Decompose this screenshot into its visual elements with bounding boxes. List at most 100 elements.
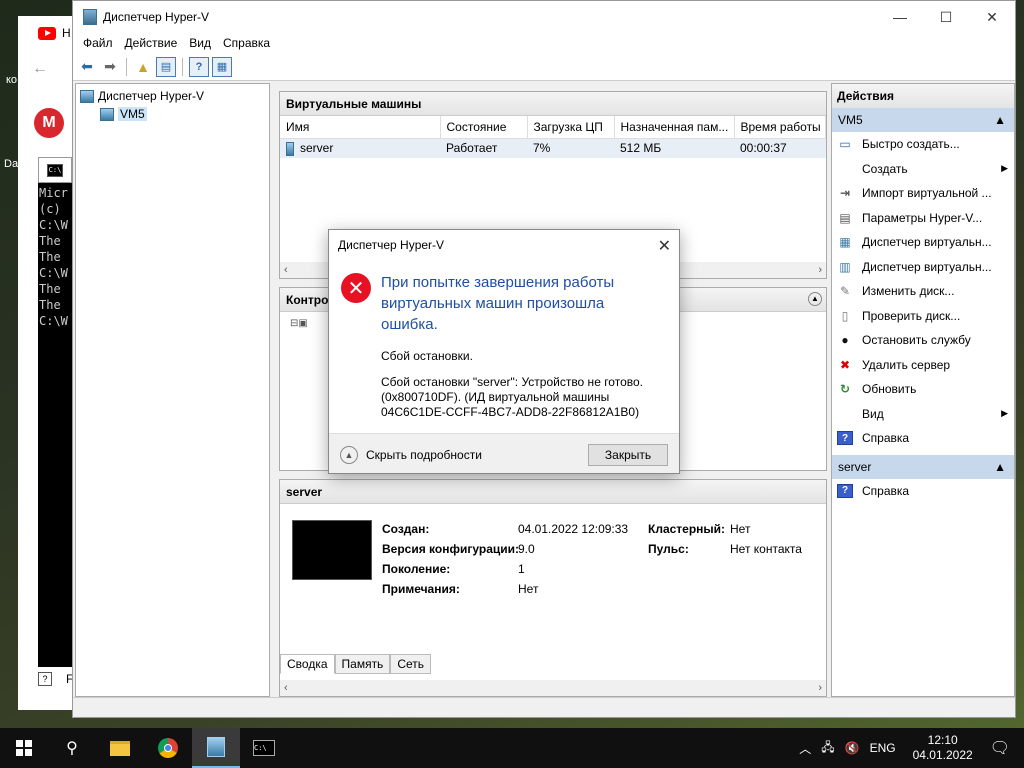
checkpoint-tree-icon: ⊟▣	[290, 318, 308, 329]
collapse-arrow-icon[interactable]: ▲	[994, 113, 1006, 127]
col-state[interactable]: Состояние	[440, 116, 528, 139]
vm-name: server	[300, 140, 334, 155]
forward-arrow-icon[interactable]: ➡	[100, 57, 120, 77]
back-arrow-icon[interactable]: ←	[32, 60, 48, 78]
vm-memory: 512 МБ	[614, 138, 734, 158]
menu-action[interactable]: Действие	[119, 36, 184, 50]
action-label: Диспетчер виртуальн...	[862, 259, 992, 274]
notes-value: Нет	[518, 582, 539, 596]
file-explorer-icon[interactable]	[96, 728, 144, 768]
show-hide-actions-icon[interactable]: ▦	[212, 56, 232, 77]
back-arrow-icon[interactable]: ⬅	[77, 57, 97, 77]
up-folder-icon[interactable]: ▲	[133, 57, 153, 77]
vm-actions-list: ? Справка	[832, 479, 1014, 504]
mega-icon[interactable]: M	[34, 108, 64, 138]
language-indicator[interactable]: ENG	[870, 741, 896, 755]
edit-disk-icon: ✎	[839, 284, 851, 299]
close-window-button[interactable]: ✕	[969, 1, 1015, 33]
bottom-label: ? F	[38, 672, 73, 686]
action-item[interactable]: ? Справка	[832, 426, 1014, 451]
tab-summary[interactable]: Сводка	[280, 654, 335, 674]
action-item[interactable]: Вид ▶	[832, 402, 1014, 427]
notification-icon[interactable]: 🗨	[990, 738, 1010, 758]
start-button[interactable]	[0, 728, 48, 768]
hyperv-taskbar-icon[interactable]	[192, 728, 240, 768]
action-item[interactable]: ▦ Диспетчер виртуальн...	[832, 230, 1014, 255]
cluster-label: Кластерный:	[648, 522, 726, 536]
tree-root[interactable]: Диспетчер Hyper-V	[76, 87, 269, 105]
cmd-taskbar-icon[interactable]: C:\	[240, 728, 288, 768]
action-item[interactable]: ▯ Проверить диск...	[832, 304, 1014, 329]
show-hide-tree-icon[interactable]: ▤	[156, 56, 176, 77]
chevron-up-icon[interactable]: ︿	[799, 740, 811, 757]
error-dialog[interactable]: Диспетчер Hyper-V ✕ ✕ При попытке заверш…	[328, 229, 680, 474]
youtube-icon	[38, 26, 56, 40]
error-icon: ✕	[341, 273, 371, 303]
dialog-details: Сбой остановки "server": Устройство не г…	[381, 375, 644, 419]
menu-file[interactable]: Файл	[77, 36, 119, 50]
action-item[interactable]: ▭ Быстро создать...	[832, 132, 1014, 157]
menu-help[interactable]: Справка	[217, 36, 276, 50]
clock[interactable]: 12:10 04.01.2022	[913, 733, 973, 763]
actions-section-host[interactable]: VM5 ▲	[832, 108, 1014, 132]
dialog-titlebar[interactable]: Диспетчер Hyper-V ✕	[329, 230, 679, 260]
volume-muted-icon[interactable]: 🔇	[845, 741, 860, 755]
cmd-line: The	[39, 250, 61, 264]
col-cpu[interactable]: Загрузка ЦП	[527, 116, 615, 139]
chrome-icon[interactable]	[144, 728, 192, 768]
help-icon[interactable]: ?	[189, 56, 209, 77]
actions-section-vm[interactable]: server ▲	[832, 454, 1014, 479]
action-item[interactable]: ✖ Удалить сервер	[832, 353, 1014, 378]
help-icon: ?	[837, 483, 853, 498]
search-icon[interactable]: ⚲	[48, 728, 96, 768]
hide-details-toggle[interactable]: ▲ Скрыть подробности	[340, 446, 482, 464]
scroll-right-icon[interactable]: ›	[818, 264, 822, 276]
action-label: Создать	[862, 161, 908, 176]
cmd-line: C:\W	[39, 266, 68, 280]
refresh-icon: ↻	[839, 382, 851, 397]
collapse-icon[interactable]: ▲	[808, 292, 822, 306]
cmd-output: Micr (c) C:\W The The C:\W The The C:\W	[38, 185, 72, 329]
generation-value: 1	[518, 562, 525, 576]
actions-section-vm-label: server	[838, 459, 872, 474]
action-item[interactable]: ⇥ Импорт виртуальной ...	[832, 181, 1014, 206]
scroll-left-icon[interactable]: ‹	[284, 264, 288, 276]
action-item[interactable]: ? Справка	[832, 479, 1014, 504]
dialog-close-button[interactable]: Закрыть	[588, 444, 668, 466]
tab-network[interactable]: Сеть	[390, 654, 432, 674]
inspect-disk-icon: ▯	[841, 308, 849, 323]
action-label: Справка	[862, 483, 910, 498]
browser-tab[interactable]: Н	[38, 26, 71, 40]
scroll-left-icon-2[interactable]: ‹	[284, 682, 288, 694]
col-memory[interactable]: Назначенная пам...	[614, 116, 735, 139]
col-name[interactable]: Имя	[280, 116, 441, 139]
dialog-close-icon[interactable]: ✕	[658, 236, 671, 256]
minimize-button[interactable]: —	[877, 1, 923, 33]
clock-date: 04.01.2022	[912, 748, 973, 762]
vm-thumbnail[interactable]	[292, 520, 372, 580]
action-item[interactable]: ▥ Диспетчер виртуальн...	[832, 255, 1014, 280]
action-item[interactable]: Создать ▶	[832, 157, 1014, 182]
col-uptime[interactable]: Время работы	[734, 116, 826, 139]
menubar: Файл Действие Вид Справка	[73, 33, 1015, 53]
maximize-button[interactable]: ☐	[923, 1, 969, 33]
titlebar[interactable]: Диспетчер Hyper-V — ☐ ✕	[73, 1, 1015, 33]
dialog-title: Диспетчер Hyper-V	[338, 238, 445, 252]
action-item[interactable]: ✎ Изменить диск...	[832, 279, 1014, 304]
action-item[interactable]: ▤ Параметры Hyper-V...	[832, 206, 1014, 231]
background-cmd-window[interactable]: C:\ Micr (c) C:\W The The C:\W The The C:\W	[38, 157, 72, 667]
generation-label: Поколение:	[382, 562, 451, 576]
tree-host-vm5[interactable]: VM5	[96, 105, 269, 123]
details-scrollbar[interactable]: ‹ ›	[280, 680, 826, 696]
collapse-arrow-icon-2[interactable]: ▲	[994, 460, 1006, 474]
tab-memory[interactable]: Память	[334, 654, 391, 674]
scroll-right-icon-2[interactable]: ›	[818, 682, 822, 694]
clock-time: 12:10	[927, 733, 958, 747]
dialog-sub-message: Сбой остановки.	[381, 349, 473, 363]
cmd-titlebar[interactable]: C:\	[38, 157, 72, 183]
action-item[interactable]: ↻ Обновить	[832, 377, 1014, 402]
menu-view[interactable]: Вид	[183, 36, 217, 50]
action-item[interactable]: ● Остановить службу	[832, 328, 1014, 353]
table-row[interactable]: server Работает 7% 512 МБ 00:00:37	[280, 138, 826, 158]
network-icon[interactable]: 🖧	[821, 738, 834, 759]
